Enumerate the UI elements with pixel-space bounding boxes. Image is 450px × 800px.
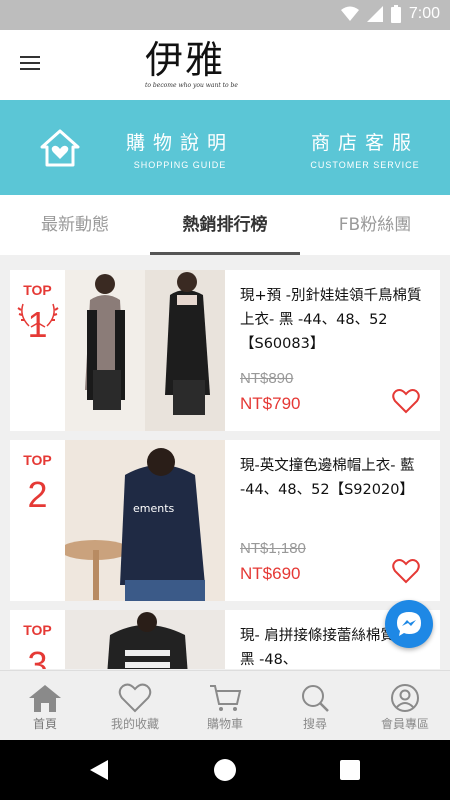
home-icon [29,685,61,712]
wifi-icon [340,6,359,21]
product-name: 現-英文撞色邊棉帽上衣- 藍 -44、48、52【S92020】 [240,458,415,498]
user-icon [391,684,419,712]
nav-home[interactable]: 首頁 [0,671,90,740]
product-photo-icon: ements [65,440,225,601]
cart-icon [210,685,242,711]
menu-button[interactable] [20,52,48,78]
battery-icon [390,5,401,23]
messenger-icon [397,612,421,636]
original-price: NT$890 [240,370,294,387]
nav-label: 搜尋 [302,717,327,731]
shopping-guide-subtitle: SHOPPING GUIDE [133,160,227,170]
nav-label: 我的收藏 [110,717,159,731]
search-icon [302,685,329,712]
bottom-nav: 首頁 我的收藏 購物車 搜尋 會員專區 [0,670,450,740]
nav-label: 會員專區 [380,717,429,731]
rank-badge: TOP 3 [10,610,65,669]
nav-label: 首頁 [32,717,57,731]
rank-label: TOP [23,452,52,468]
status-time: 7:00 [408,5,440,22]
product-card[interactable]: TOP 3 現- 肩拼接條接蕾絲棉質上衣- 黑 -48、 [10,610,440,669]
tab-bestsellers[interactable]: 熱銷排行榜 [150,195,300,255]
nav-search[interactable]: 搜尋 [270,671,360,740]
nav-cart[interactable]: 購物車 [180,671,270,740]
nav-label: 購物車 [206,717,243,731]
shopping-guide-link[interactable]: 購物說明 SHOPPING GUIDE [120,130,240,170]
status-bar: 7:00 [0,0,450,30]
logo-tagline: to become who you want to be [145,82,238,89]
sale-price: NT$790 [240,394,301,413]
home-heart-icon[interactable] [40,128,80,168]
customer-service-subtitle: CUSTOMER SERVICE [310,160,420,170]
product-image[interactable] [65,610,225,669]
sale-price: NT$690 [240,564,301,583]
rank-badge: TOP 2 [10,440,65,601]
status-icons: 7:00 [340,5,440,23]
product-name: 現+預 -別針娃娃領千鳥棉質上衣- 黑 -44、48、52【S60083】 [240,288,422,352]
recent-apps-icon[interactable] [340,760,360,780]
heart-icon[interactable] [392,388,420,414]
rank-number: 2 [27,474,48,515]
customer-service-link[interactable]: 商店客服 CUSTOMER SERVICE [300,130,430,170]
rank-label: TOP [23,622,52,638]
heart-icon[interactable] [392,558,420,584]
back-icon[interactable] [88,758,110,782]
product-image[interactable] [65,270,225,431]
home-button-icon[interactable] [214,759,236,781]
laurel-icon [17,303,59,328]
menu-icon-line [20,56,40,58]
customer-service-title: 商店客服 [310,132,419,154]
product-list: TOP 1 現+預 -別針娃娃領千鳥棉質上衣- 黑 -44、48、52【S600… [0,255,450,669]
heart-icon [118,683,152,713]
logo[interactable]: 伊雅 to become who you want to be [145,38,255,94]
rank-number: 3 [27,644,48,669]
menu-icon-line [20,62,40,64]
nav-favorites[interactable]: 我的收藏 [90,671,180,740]
nav-member[interactable]: 會員專區 [360,671,450,740]
tab-news[interactable]: 最新動態 [0,195,150,255]
product-card[interactable]: TOP 2 ements 現-英文撞色邊棉帽上衣- 藍 -44、48、52【S9… [10,440,440,601]
logo-text: 伊雅 [145,38,226,82]
product-image[interactable]: ements [65,440,225,601]
messenger-button[interactable] [385,600,433,648]
product-photo-icon [65,610,225,669]
rank-label: TOP [23,282,52,298]
app-header: 伊雅 to become who you want to be [0,30,450,100]
svg-text:ements: ements [133,502,175,515]
rank-badge: TOP 1 [10,270,65,431]
original-price: NT$1,180 [240,540,306,557]
product-card[interactable]: TOP 1 現+預 -別針娃娃領千鳥棉質上衣- 黑 -44、48、52【S600… [10,270,440,431]
product-photo-icon [65,270,225,431]
guide-banner: 購物說明 SHOPPING GUIDE 商店客服 CUSTOMER SERVIC… [0,100,450,195]
menu-icon-line [20,68,40,70]
tab-fb-fans[interactable]: FB粉絲團 [300,195,450,255]
shopping-guide-title: 購物說明 [125,132,234,154]
tab-bar: 最新動態 熱銷排行榜 FB粉絲團 [0,195,450,255]
signal-icon [366,6,383,22]
system-nav-bar [0,740,450,800]
